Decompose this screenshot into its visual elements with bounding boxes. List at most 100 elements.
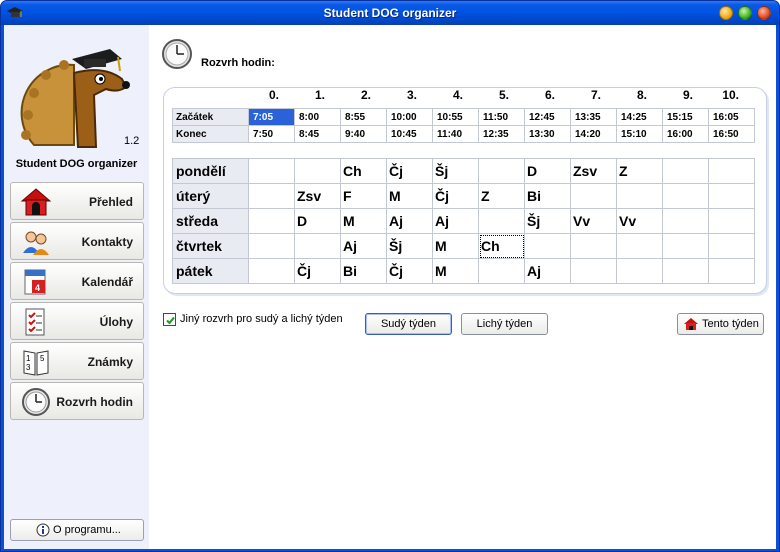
minimize-button[interactable] bbox=[719, 6, 733, 20]
lesson-cell[interactable] bbox=[478, 158, 525, 184]
lesson-cell[interactable]: Aj bbox=[432, 208, 479, 234]
end-time-cell[interactable]: 15:10 bbox=[616, 125, 663, 143]
lesson-cell[interactable] bbox=[570, 183, 617, 209]
column-header: 8. bbox=[636, 88, 647, 102]
lesson-cell[interactable]: M bbox=[432, 258, 479, 284]
nav-znamky-button[interactable]: 1 3 5 Známky bbox=[10, 342, 144, 380]
lesson-cell[interactable] bbox=[248, 258, 295, 284]
lesson-cell[interactable]: Ch bbox=[340, 158, 387, 184]
end-time-cell[interactable]: 14:20 bbox=[570, 125, 617, 143]
end-time-cell[interactable]: 9:40 bbox=[340, 125, 387, 143]
lesson-cell[interactable] bbox=[708, 233, 755, 259]
start-time-cell[interactable]: 8:55 bbox=[340, 108, 387, 126]
lesson-cell[interactable]: Aj bbox=[340, 233, 387, 259]
start-time-cell[interactable]: 15:15 bbox=[662, 108, 709, 126]
end-time-cell[interactable]: 10:45 bbox=[386, 125, 433, 143]
lesson-cell[interactable] bbox=[248, 158, 295, 184]
start-time-cell[interactable]: 14:25 bbox=[616, 108, 663, 126]
title-bar[interactable]: Student DOG organizer bbox=[1, 1, 779, 25]
svg-text:5: 5 bbox=[40, 354, 45, 363]
lesson-cell[interactable]: Čj bbox=[386, 158, 433, 184]
app-name-label: Student DOG organizer bbox=[15, 158, 138, 170]
lesson-cell[interactable] bbox=[248, 208, 295, 234]
end-time-cell[interactable]: 7:50 bbox=[248, 125, 295, 143]
lesson-cell[interactable] bbox=[570, 233, 617, 259]
lesson-cell[interactable] bbox=[616, 183, 663, 209]
lesson-cell[interactable] bbox=[708, 183, 755, 209]
start-time-cell[interactable]: 13:35 bbox=[570, 108, 617, 126]
start-time-cell[interactable]: 12:45 bbox=[524, 108, 571, 126]
lesson-cell[interactable]: Vv bbox=[616, 208, 663, 234]
lesson-cell[interactable]: D bbox=[294, 208, 341, 234]
end-time-cell[interactable]: 13:30 bbox=[524, 125, 571, 143]
lesson-cell[interactable]: Vv bbox=[570, 208, 617, 234]
even-week-button[interactable]: Sudý týden bbox=[365, 313, 452, 335]
lesson-cell[interactable] bbox=[662, 233, 709, 259]
lesson-cell[interactable]: Šj bbox=[432, 158, 479, 184]
lesson-cell[interactable] bbox=[662, 208, 709, 234]
lesson-cell[interactable]: Zsv bbox=[570, 158, 617, 184]
sidebar: 1.2 Student DOG organizer Přehled Kontak… bbox=[4, 25, 149, 549]
start-time-cell[interactable]: 10:00 bbox=[386, 108, 433, 126]
this-week-button[interactable]: Tento týden bbox=[677, 313, 764, 335]
lesson-cell[interactable]: D bbox=[524, 158, 571, 184]
lesson-cell[interactable]: Aj bbox=[386, 208, 433, 234]
start-time-cell[interactable]: 11:50 bbox=[478, 108, 525, 126]
lesson-cell[interactable] bbox=[248, 233, 295, 259]
lesson-cell[interactable] bbox=[662, 258, 709, 284]
day-label: pondělí bbox=[172, 158, 249, 184]
start-time-cell[interactable]: 7:05 bbox=[248, 108, 295, 126]
lesson-cell[interactable] bbox=[662, 183, 709, 209]
lesson-cell[interactable]: M bbox=[432, 233, 479, 259]
lesson-cell[interactable]: M bbox=[386, 183, 433, 209]
lesson-cell[interactable]: Čj bbox=[386, 258, 433, 284]
nav-rozvrh-button[interactable]: Rozvrh hodin bbox=[10, 382, 144, 420]
lesson-cell[interactable] bbox=[616, 233, 663, 259]
close-button[interactable] bbox=[757, 6, 771, 20]
lesson-cell[interactable] bbox=[248, 183, 295, 209]
about-button[interactable]: O programu... bbox=[10, 519, 144, 541]
lesson-cell[interactable] bbox=[524, 233, 571, 259]
end-time-cell[interactable]: 12:35 bbox=[478, 125, 525, 143]
lesson-cell[interactable]: Aj bbox=[524, 258, 571, 284]
lesson-cell[interactable]: Bi bbox=[340, 258, 387, 284]
alt-week-label: Jiný rozvrh pro sudý a lichý týden bbox=[180, 313, 343, 325]
lesson-cell[interactable] bbox=[478, 258, 525, 284]
lesson-cell[interactable] bbox=[708, 208, 755, 234]
lesson-cell[interactable]: Z bbox=[478, 183, 525, 209]
table-row: Konec 7:50 8:45 9:40 10:45 11:40 12:35 1… bbox=[172, 125, 755, 143]
nav-kontakty-button[interactable]: Kontakty bbox=[10, 222, 144, 260]
alt-week-checkbox[interactable] bbox=[163, 313, 176, 326]
lesson-cell[interactable]: Bi bbox=[524, 183, 571, 209]
lesson-cell[interactable]: Čj bbox=[294, 258, 341, 284]
end-time-cell[interactable]: 16:50 bbox=[708, 125, 755, 143]
lesson-cell[interactable] bbox=[708, 258, 755, 284]
lesson-cell[interactable]: F bbox=[340, 183, 387, 209]
lesson-cell[interactable] bbox=[294, 158, 341, 184]
lesson-cell[interactable] bbox=[294, 233, 341, 259]
lesson-cell[interactable] bbox=[478, 208, 525, 234]
nav-kalendar-button[interactable]: 4 Kalendář bbox=[10, 262, 144, 300]
lesson-cell[interactable]: Z bbox=[616, 158, 663, 184]
lesson-cell[interactable] bbox=[616, 258, 663, 284]
end-time-cell[interactable]: 8:45 bbox=[294, 125, 341, 143]
lesson-cell[interactable] bbox=[708, 158, 755, 184]
lesson-cell[interactable] bbox=[662, 158, 709, 184]
odd-week-button[interactable]: Lichý týden bbox=[461, 313, 548, 335]
lesson-cell[interactable]: M bbox=[340, 208, 387, 234]
nav-prehled-button[interactable]: Přehled bbox=[10, 182, 144, 220]
start-time-cell[interactable]: 8:00 bbox=[294, 108, 341, 126]
lesson-cell[interactable]: Šj bbox=[386, 233, 433, 259]
table-row: čtvrtek Aj Šj M Ch bbox=[172, 233, 755, 259]
lesson-cell-focused[interactable]: Ch bbox=[478, 233, 525, 259]
end-time-cell[interactable]: 11:40 bbox=[432, 125, 479, 143]
lesson-cell[interactable]: Čj bbox=[432, 183, 479, 209]
nav-ulohy-button[interactable]: Úlohy bbox=[10, 302, 144, 340]
start-time-cell[interactable]: 16:05 bbox=[708, 108, 755, 126]
end-time-cell[interactable]: 16:00 bbox=[662, 125, 709, 143]
lesson-cell[interactable] bbox=[570, 258, 617, 284]
start-time-cell[interactable]: 10:55 bbox=[432, 108, 479, 126]
maximize-button[interactable] bbox=[738, 6, 752, 20]
lesson-cell[interactable]: Šj bbox=[524, 208, 571, 234]
lesson-cell[interactable]: Zsv bbox=[294, 183, 341, 209]
